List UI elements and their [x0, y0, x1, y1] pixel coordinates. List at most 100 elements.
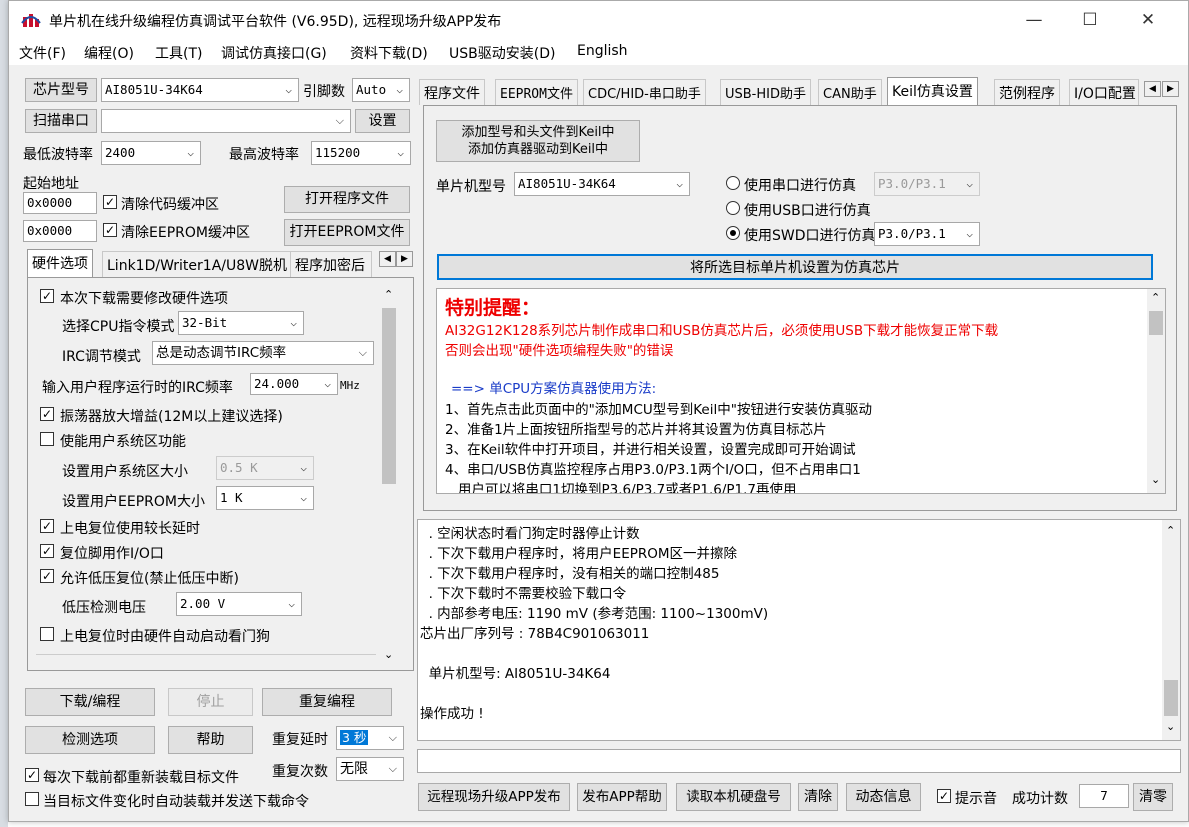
max-baud-select[interactable]: 115200 ⌵ [311, 141, 411, 165]
scroll-down-icon[interactable]: ⌄ [1151, 473, 1160, 486]
scroll-thumb[interactable] [1164, 680, 1178, 716]
tab-keil[interactable]: Keil仿真设置 [887, 77, 978, 105]
code-address-input[interactable]: 0x0000 [23, 192, 97, 214]
right-tab-right-icon[interactable]: ▶ [1162, 81, 1179, 97]
log-line: . 下次下载用户程序时，没有相关的端口控制485 [420, 566, 720, 582]
tab-examples[interactable]: 范例程序 [994, 79, 1060, 105]
menu-tools[interactable]: 工具(T) [155, 43, 202, 63]
chip-model-button[interactable]: 芯片型号 [25, 78, 97, 102]
log-line: . 下次下载用户程序时，将用户EEPROM区一并擦除 [420, 546, 738, 562]
scroll-up-icon[interactable]: ⌃ [1166, 524, 1175, 537]
repeat-count-select[interactable]: 无限 ⌵ [336, 757, 404, 781]
wdt-auto-checkbox[interactable] [40, 627, 54, 641]
notice-scrollbar[interactable]: ⌃ ⌄ [1147, 289, 1165, 493]
menu-english[interactable]: English [577, 43, 628, 59]
min-baud-select[interactable]: 2400 ⌵ [101, 141, 201, 165]
pin-count-select[interactable]: Auto ⌵ [352, 78, 410, 102]
repeat-delay-select[interactable]: 3 秒 ⌵ [336, 726, 404, 750]
repeat-count-value: 无限 [340, 761, 368, 777]
menu-download[interactable]: 资料下载(D) [350, 43, 428, 63]
chip-model-select[interactable]: AI8051U-34K64 ⌵ [101, 78, 299, 102]
scroll-down-icon[interactable]: ⌄ [1166, 720, 1175, 733]
tab-program-file[interactable]: 程序文件 [419, 79, 485, 105]
chevron-down-icon: ⌵ [676, 177, 683, 190]
publish-app-button[interactable]: 远程现场升级APP发布 [418, 783, 570, 811]
reset-io-checkbox[interactable]: ✓ [40, 544, 54, 558]
osc-gain-checkbox[interactable]: ✓ [40, 407, 54, 421]
port-select[interactable]: ⌵ [101, 109, 351, 133]
tab-io-config[interactable]: I/O口配置 [1069, 79, 1139, 105]
menu-file[interactable]: 文件(F) [19, 43, 66, 63]
long-delay-checkbox[interactable]: ✓ [40, 519, 54, 533]
auto-send-checkbox[interactable] [25, 792, 39, 806]
help-button[interactable]: 帮助 [168, 726, 253, 754]
scroll-up-icon[interactable]: ⌃ [384, 288, 393, 301]
lvd-voltage-select[interactable]: 2.00 V ⌵ [176, 592, 302, 616]
serial-sim-radio[interactable] [726, 176, 740, 190]
irc-freq-value: 24.000 [254, 376, 300, 391]
repeat-program-button[interactable]: 重复编程 [262, 688, 392, 716]
beep-checkbox[interactable]: ✓ [937, 789, 951, 803]
tab-usb-hid[interactable]: USB-HID助手 [720, 79, 811, 105]
add-to-keil-button[interactable]: 添加型号和头文件到Keil中 添加仿真器驱动到Keil中 [436, 120, 640, 162]
scroll-up-icon[interactable]: ⌃ [1151, 291, 1160, 304]
swd-port-select[interactable]: P3.0/P3.1 ⌵ [874, 222, 980, 246]
status-input[interactable] [417, 749, 1181, 773]
hw-scrollbar[interactable]: ⌃ ⌄ [380, 282, 398, 666]
clear-log-button[interactable]: 清除 [798, 783, 838, 811]
close-button[interactable]: ✕ [1125, 7, 1171, 33]
tab-hardware-options[interactable]: 硬件选项 [27, 249, 93, 277]
modify-hw-checkbox[interactable]: ✓ [40, 289, 54, 303]
maximize-button[interactable]: ☐ [1067, 7, 1113, 33]
stop-button[interactable]: 停止 [168, 688, 253, 716]
reload-each-checkbox[interactable]: ✓ [25, 768, 39, 782]
eeprom-address-input[interactable]: 0x0000 [23, 220, 97, 242]
menu-debug[interactable]: 调试仿真接口(G) [221, 43, 327, 63]
clear-eeprom-checkbox[interactable]: ✓ [103, 223, 117, 237]
reset-count-button[interactable]: 清零 [1133, 783, 1173, 811]
user-sys-size-select[interactable]: 0.5 K ⌵ [216, 456, 314, 480]
scroll-thumb[interactable] [1149, 311, 1163, 335]
step-1: 1、首先点击此页面中的"添加MCU型号到Keil中"按钮进行安装仿真驱动 [445, 402, 872, 418]
hardware-options-panel: ✓ 本次下载需要修改硬件选项 选择CPU指令模式 32-Bit ⌵ IRC调节模式… [27, 277, 414, 671]
tab-encryption[interactable]: 程序加密后 [290, 251, 372, 277]
download-button[interactable]: 下载/编程 [25, 688, 155, 716]
tab-cdc-hid[interactable]: CDC/HID-串口助手 [583, 79, 706, 105]
step-3: 3、在Keil软件中打开项目，并进行相关设置，设置完成即可开始调试 [445, 442, 856, 458]
serial-port-select[interactable]: P3.0/P3.1 ⌵ [874, 172, 980, 196]
tab-eeprom-file[interactable]: EEPROM文件 [495, 79, 578, 105]
minimize-button[interactable]: — [1011, 7, 1057, 33]
scroll-down-icon[interactable]: ⌄ [384, 648, 393, 661]
tab-can[interactable]: CAN助手 [818, 79, 882, 105]
swd-sim-radio[interactable] [726, 226, 740, 240]
irc-mode-value: 总是动态调节IRC频率 [156, 345, 287, 361]
chevron-down-icon: ⌵ [358, 346, 367, 359]
check-options-button[interactable]: 检测选项 [25, 726, 155, 754]
irc-mode-select[interactable]: 总是动态调节IRC频率 ⌵ [152, 341, 374, 365]
open-eeprom-button[interactable]: 打开EEPROM文件 [284, 219, 410, 246]
open-program-button[interactable]: 打开程序文件 [284, 186, 410, 213]
tab-link1d[interactable]: Link1D/Writer1A/U8W脱机 [102, 251, 292, 277]
user-sys-checkbox[interactable] [40, 432, 54, 446]
read-disk-button[interactable]: 读取本机硬盘号 [676, 783, 791, 811]
menu-usb[interactable]: USB驱动安装(D) [449, 43, 555, 63]
list-divider [36, 654, 376, 655]
tab-scroll-left-icon[interactable]: ◀ [379, 251, 396, 267]
log-scrollbar[interactable]: ⌃ ⌄ [1162, 520, 1180, 740]
publish-help-button[interactable]: 发布APP帮助 [577, 783, 667, 811]
set-target-button[interactable]: 将所选目标单片机设置为仿真芯片 [437, 254, 1153, 280]
scroll-thumb[interactable] [382, 308, 396, 484]
usb-sim-radio[interactable] [726, 201, 740, 215]
menu-program[interactable]: 编程(O) [84, 43, 134, 63]
mcu-model-select[interactable]: AI8051U-34K64 ⌵ [514, 172, 690, 196]
lvd-reset-checkbox[interactable]: ✓ [40, 569, 54, 583]
cpu-mode-select[interactable]: 32-Bit ⌵ [178, 311, 304, 335]
settings-button[interactable]: 设置 [355, 109, 410, 133]
dynamic-info-button[interactable]: 动态信息 [846, 783, 921, 811]
clear-code-checkbox[interactable]: ✓ [103, 195, 117, 209]
user-eeprom-select[interactable]: 1 K ⌵ [216, 486, 314, 510]
tab-scroll-right-icon[interactable]: ▶ [396, 251, 413, 267]
right-tab-left-icon[interactable]: ◀ [1144, 81, 1161, 97]
irc-freq-select[interactable]: 24.000 ⌵ [250, 373, 338, 395]
scan-port-button[interactable]: 扫描串口 [25, 109, 97, 133]
